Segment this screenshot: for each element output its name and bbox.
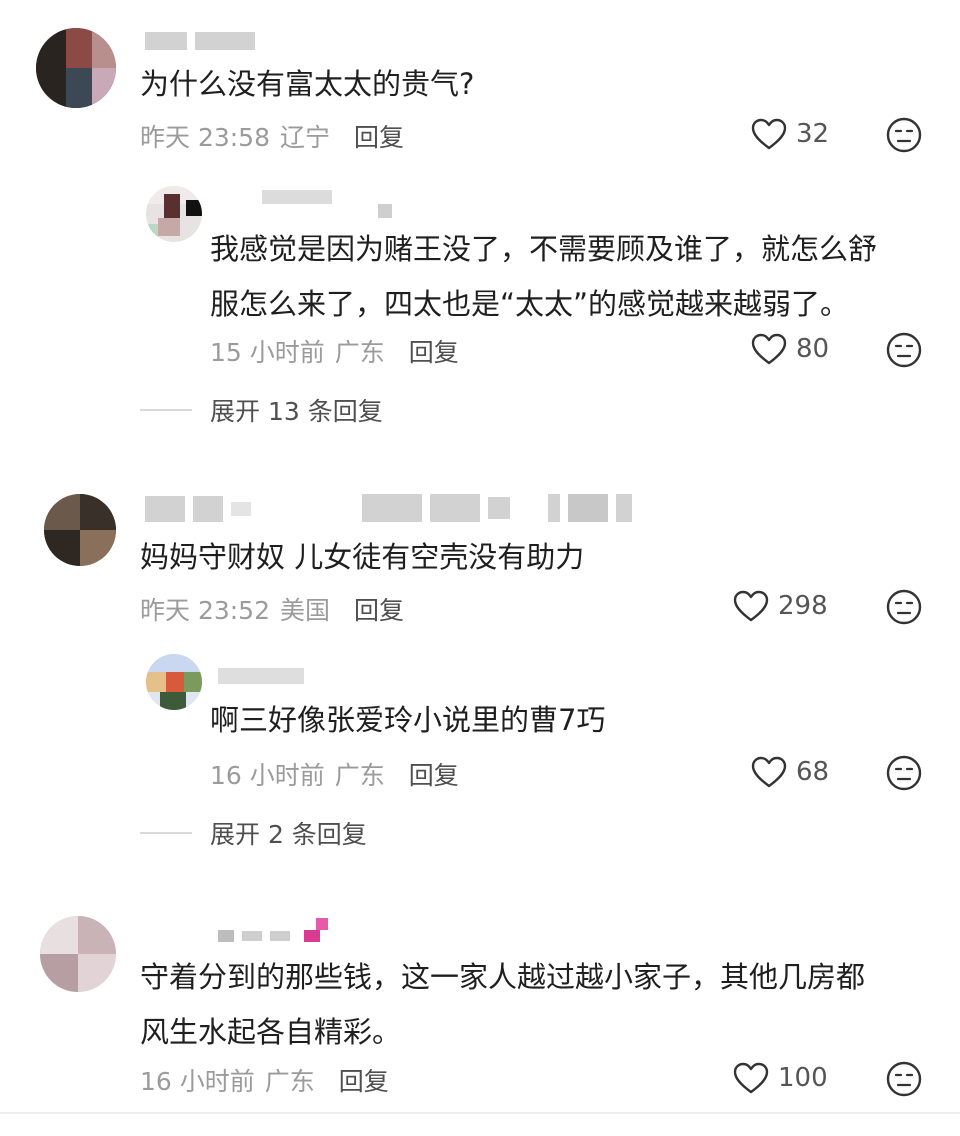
reply-button[interactable]: 回复	[354, 591, 404, 627]
comment-meta: 16 小时前 广东 回复	[140, 1062, 389, 1098]
neutral-face-icon[interactable]	[886, 332, 922, 368]
expand-replies-button[interactable]: 展开 2 条回复	[140, 815, 367, 851]
expand-replies-button[interactable]: 展开 13 条回复	[140, 392, 383, 428]
comment-time: 昨天 23:52	[140, 596, 270, 625]
reply-location: 广东	[334, 338, 385, 367]
like-button[interactable]: 68	[750, 755, 829, 789]
neutral-face-icon[interactable]	[886, 755, 922, 791]
reply-button[interactable]: 回复	[354, 118, 404, 154]
avatar[interactable]	[44, 494, 116, 566]
comment-meta: 昨天 23:58 辽宁 回复	[140, 118, 404, 154]
like-count: 100	[778, 1063, 828, 1093]
like-button[interactable]: 298	[732, 589, 828, 623]
like-button[interactable]: 80	[750, 332, 829, 366]
divider	[140, 832, 192, 834]
neutral-face-icon[interactable]	[886, 117, 922, 153]
expand-label: 展开 13 条回复	[210, 397, 383, 426]
neutral-face-icon[interactable]	[886, 1061, 922, 1097]
neutral-face-icon[interactable]	[886, 589, 922, 625]
comment-location: 美国	[280, 596, 331, 625]
comment-location: 广东	[264, 1067, 315, 1096]
expand-label: 展开 2 条回复	[210, 820, 367, 849]
avatar[interactable]	[40, 916, 116, 992]
username-redacted	[262, 190, 332, 204]
heart-outline-icon	[751, 756, 787, 788]
avatar[interactable]	[36, 28, 116, 108]
reply-text: 我感觉是因为赌王没了，不需要顾及谁了，就怎么舒 服怎么来了，四太也是“太太”的感…	[210, 232, 878, 321]
reply-button[interactable]: 回复	[339, 1062, 389, 1098]
heart-outline-icon	[733, 590, 769, 622]
like-count: 298	[778, 591, 828, 621]
username-redacted	[548, 494, 632, 522]
blur-mark	[378, 204, 392, 218]
username-redacted	[362, 494, 510, 522]
like-button[interactable]: 32	[750, 117, 829, 151]
comment-location: 辽宁	[280, 123, 331, 152]
blur-mark	[302, 918, 332, 944]
like-count: 68	[796, 757, 830, 787]
heart-outline-icon	[751, 333, 787, 365]
avatar[interactable]	[146, 186, 202, 242]
username-redacted	[218, 668, 304, 684]
reply-text: 啊三好像张爱玲小说里的曹7巧	[210, 703, 606, 737]
like-button[interactable]: 100	[732, 1061, 828, 1095]
reply-button[interactable]: 回复	[409, 333, 459, 369]
reply-time: 16 小时前	[210, 761, 325, 790]
reply-button[interactable]: 回复	[409, 756, 459, 792]
reply-location: 广东	[334, 761, 385, 790]
divider	[140, 409, 192, 411]
username-redacted	[145, 496, 251, 522]
comment-text: 为什么没有富太太的贵气?	[140, 67, 475, 101]
avatar[interactable]	[146, 654, 202, 710]
like-count: 32	[796, 119, 830, 149]
reply-time: 15 小时前	[210, 338, 325, 367]
reply-meta: 16 小时前 广东 回复	[210, 756, 459, 792]
reply-meta: 15 小时前 广东 回复	[210, 333, 459, 369]
username-redacted	[218, 930, 290, 942]
comment-time: 昨天 23:58	[140, 123, 270, 152]
divider	[0, 1112, 960, 1114]
like-count: 80	[796, 334, 830, 364]
username-redacted	[145, 32, 255, 50]
comment-text: 守着分到的那些钱，这一家人越过越小家子，其他几房都 风生水起各自精彩。	[140, 960, 866, 1049]
comment-text: 妈妈守财奴 儿女徒有空壳没有助力	[140, 540, 585, 574]
comment-time: 16 小时前	[140, 1067, 255, 1096]
comment-meta: 昨天 23:52 美国 回复	[140, 591, 404, 627]
heart-outline-icon	[751, 118, 787, 150]
heart-outline-icon	[733, 1062, 769, 1094]
